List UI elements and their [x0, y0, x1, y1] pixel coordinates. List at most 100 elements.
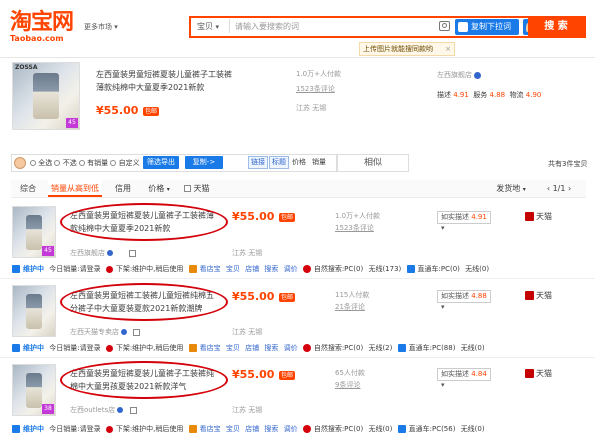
result-price-1: ¥55.00 包邮: [232, 210, 296, 223]
result-shop-link-1[interactable]: 左西旗舰店: [70, 248, 137, 258]
today-sales[interactable]: 今日销量:请登录: [49, 423, 100, 435]
select-has-sales[interactable]: 有销量: [87, 159, 108, 167]
result-reviews-link-3[interactable]: 9条评论: [335, 380, 360, 390]
natural-search-icon: [302, 344, 311, 352]
search-scope-select[interactable]: 宝贝 ▾: [197, 21, 219, 32]
search-button[interactable]: 搜 索: [528, 18, 584, 36]
search-bar: 宝贝 ▾ 请输入要搜索的词 复制下拉词 搜 索: [189, 16, 586, 38]
close-icon[interactable]: ×: [445, 43, 451, 55]
select-all[interactable]: 全选: [38, 159, 52, 167]
row-divider: [0, 357, 595, 358]
reprice-link[interactable]: 调价: [284, 263, 298, 275]
ship-from-dropdown[interactable]: 发货地 ▾: [494, 180, 528, 197]
shop-link[interactable]: 店铺: [245, 263, 259, 275]
natural-search-pc: 自然搜索:PC(0): [313, 425, 364, 433]
taobao-logo[interactable]: 淘宝网 Taobao.com: [10, 12, 74, 44]
similar-button[interactable]: 相似: [337, 154, 409, 172]
kandianbao-link[interactable]: 看店宝: [200, 342, 221, 354]
copy-button[interactable]: 复制->: [185, 156, 223, 169]
wangwang-icon[interactable]: [107, 250, 114, 256]
result-rating-2[interactable]: 如实描述 4.88 ▾: [437, 290, 491, 311]
reprice-link[interactable]: 调价: [284, 342, 298, 354]
select-none[interactable]: 不选: [63, 159, 77, 167]
chevron-down-icon: ▾: [114, 23, 118, 31]
search-link[interactable]: 搜索: [264, 342, 278, 354]
tmall-icon: [525, 212, 534, 221]
kandianbao-link[interactable]: 看店宝: [200, 423, 221, 435]
page-indicator: 1/1: [552, 184, 566, 193]
kandianbao-link[interactable]: 看店宝: [200, 263, 221, 275]
title-toggle[interactable]: 标题: [269, 156, 289, 169]
result-shop-link-2[interactable]: 左西天猫专卖店: [70, 327, 141, 337]
plugin-info-row-3: 维护中 今日销量:请登录 下架:维护中,稍后使用 看店宝 宝贝 店铺 搜索 调价…: [12, 423, 488, 435]
image-search-tip: 上传图片就能搜同款哟 ×: [359, 42, 455, 56]
result-image-2[interactable]: [12, 285, 56, 337]
item-link[interactable]: 宝贝: [226, 263, 240, 275]
radio-select-all[interactable]: [30, 160, 36, 166]
divider: [229, 19, 230, 33]
shop-link[interactable]: 店铺: [245, 342, 259, 354]
tab-sales-desc[interactable]: 销量从高到低: [48, 180, 102, 197]
link-toggle[interactable]: 链接: [248, 156, 268, 169]
red-annotation-circle: [60, 283, 228, 321]
result-rating-1[interactable]: 如实描述 4.91 ▾: [437, 211, 491, 232]
result-reviews-link-2[interactable]: 21条评论: [335, 302, 365, 312]
tmall-checkbox[interactable]: [184, 185, 191, 192]
item-link[interactable]: 宝贝: [226, 342, 240, 354]
wangwang-icon[interactable]: [117, 407, 124, 413]
tab-price[interactable]: 价格 ▾: [144, 180, 174, 197]
result-checkbox-1[interactable]: [129, 249, 137, 257]
radio-select-none[interactable]: [54, 160, 61, 166]
rating-desc-value: 4.91: [453, 91, 469, 99]
item-link[interactable]: 宝贝: [226, 423, 240, 435]
delist-info: 下架:维护中,稍后使用: [115, 344, 184, 352]
wangwang-icon[interactable]: [121, 329, 128, 335]
baoyou-badge: 包邮: [279, 371, 296, 380]
result-price-3: ¥55.00 包邮: [232, 368, 296, 381]
sales-toggle[interactable]: 销量: [312, 156, 326, 169]
more-markets-dropdown[interactable]: 更多市场 ▾: [84, 22, 118, 32]
tab-credit[interactable]: 信用: [110, 180, 136, 197]
search-link[interactable]: 搜索: [264, 423, 278, 435]
clock-icon: [105, 265, 113, 273]
natural-search-wireless: 无线(0): [368, 425, 393, 433]
search-input[interactable]: 请输入要搜索的词: [235, 21, 435, 32]
copy-button-label: 复制下拉词: [471, 22, 511, 31]
result-reviews-link-1[interactable]: 1523条评论: [335, 223, 374, 233]
today-sales[interactable]: 今日销量:请登录: [49, 263, 100, 275]
radio-custom[interactable]: [110, 160, 117, 166]
result-rating-3[interactable]: 如实描述 4.84 ▾: [437, 368, 491, 389]
tab-tmall[interactable]: 天猫: [184, 180, 216, 197]
shop-name: 左西天猫专卖店: [70, 328, 119, 336]
reprice-link[interactable]: 调价: [284, 423, 298, 435]
result-checkbox-2[interactable]: [133, 328, 141, 336]
rating-service-value: 4.88: [489, 91, 506, 99]
price-toggle[interactable]: 价格: [292, 156, 306, 169]
today-sales[interactable]: 今日销量:请登录: [49, 342, 100, 354]
result-checkbox-3[interactable]: [129, 406, 137, 414]
wangwang-icon[interactable]: [474, 71, 482, 79]
featured-reviews-link[interactable]: 1523条评论: [296, 84, 335, 94]
featured-product-image[interactable]: ZOSSA 45: [12, 62, 80, 130]
featured-shop-link[interactable]: 左西旗舰店: [437, 70, 482, 80]
clock-icon: [105, 425, 113, 433]
featured-sales: 1.0万+人付款: [296, 70, 341, 78]
image-badge: 38: [42, 404, 54, 414]
filter-export-button[interactable]: 筛选导出: [143, 156, 179, 169]
result-shop-link-3[interactable]: 左西outlets店: [70, 405, 137, 415]
shop-link[interactable]: 店铺: [245, 423, 259, 435]
plugin-mascot-icon: [14, 157, 26, 169]
radio-has-sales[interactable]: [78, 160, 85, 166]
result-image-3[interactable]: 38: [12, 364, 56, 416]
next-page-icon[interactable]: ›: [568, 184, 571, 193]
prev-page-icon[interactable]: ‹: [547, 184, 550, 193]
copy-dropdown-words-button[interactable]: 复制下拉词: [455, 19, 519, 35]
select-custom[interactable]: 自定义: [119, 159, 140, 167]
result-image-1[interactable]: 45: [12, 206, 56, 258]
tab-comprehensive[interactable]: 综合: [14, 180, 42, 197]
featured-title-link[interactable]: 左西童装男童短裤夏装儿童裤子工装裤薄款纯棉中大童夏季2021新款: [96, 68, 236, 94]
camera-icon[interactable]: [439, 21, 450, 31]
plugin-icon: [12, 265, 20, 273]
search-link[interactable]: 搜索: [264, 263, 278, 275]
tab-price-label: 价格: [148, 184, 165, 193]
